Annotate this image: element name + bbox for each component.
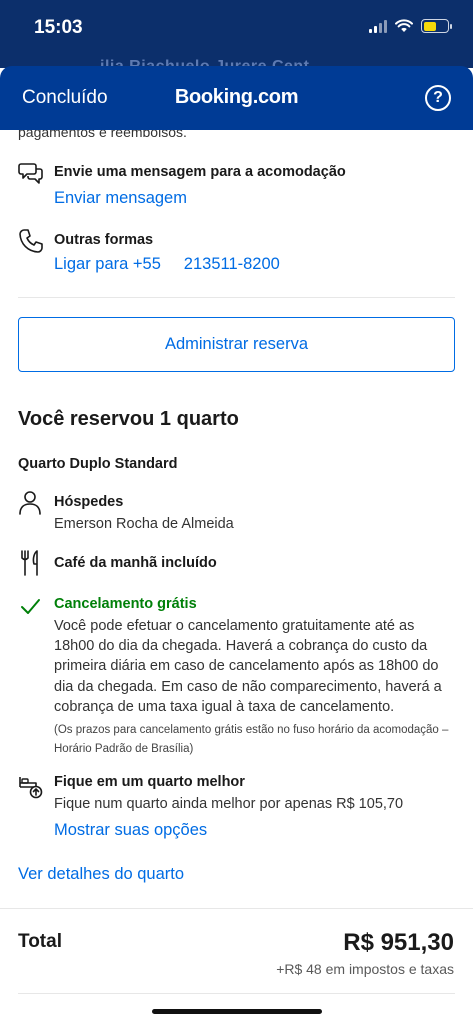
call-phone-link[interactable]: Ligar para +55 213511-8200 bbox=[54, 255, 280, 274]
phone-icon bbox=[19, 229, 43, 253]
breakfast-title: Café da manhã incluído bbox=[54, 555, 217, 571]
reserved-heading: Você reservou 1 quarto bbox=[18, 408, 239, 430]
breakfast-row: Café da manhã incluído bbox=[18, 550, 455, 578]
guests-row: Hóspedes Emerson Rocha de Almeida bbox=[18, 490, 455, 536]
cancellation-title: Cancelamento grátis bbox=[54, 596, 197, 612]
upgrade-text: Fique num quarto ainda melhor por apenas… bbox=[54, 796, 404, 812]
bed-upgrade-icon bbox=[19, 777, 43, 799]
manage-reservation-button[interactable]: Administrar reserva bbox=[18, 317, 455, 372]
cancellation-row: Cancelamento grátis Você pode efetuar o … bbox=[18, 596, 455, 756]
room-details-link[interactable]: Ver detalhes do quarto bbox=[18, 865, 184, 884]
status-time: 15:03 bbox=[34, 17, 83, 38]
total-price: R$ 951,30 bbox=[343, 929, 454, 956]
upgrade-title: Fique em um quarto melhor bbox=[54, 774, 245, 790]
help-icon[interactable]: ? bbox=[425, 85, 451, 111]
checkmark-icon bbox=[21, 599, 40, 614]
reservation-content[interactable]: pagamentos e reembolsos. Envie uma mensa… bbox=[0, 130, 473, 1024]
divider bbox=[18, 993, 455, 994]
contact-phone-row: Outras formas Ligar para +55 213511-8200 bbox=[18, 228, 455, 278]
wifi-icon bbox=[395, 19, 413, 32]
cellular-signal-icon bbox=[369, 19, 387, 33]
guests-title: Hóspedes bbox=[54, 494, 124, 510]
total-taxes: +R$ 48 em impostos e taxas bbox=[276, 961, 454, 977]
show-options-link[interactable]: Mostrar suas opções bbox=[54, 821, 207, 840]
send-message-link[interactable]: Enviar mensagem bbox=[54, 189, 187, 208]
guest-name: Emerson Rocha de Almeida bbox=[54, 516, 234, 532]
room-type: Quarto Duplo Standard bbox=[18, 456, 178, 472]
cancellation-body: Você pode efetuar o cancelamento gratuit… bbox=[54, 618, 442, 715]
truncated-text: pagamentos e reembolsos. bbox=[18, 130, 187, 140]
phone-title: Outras formas bbox=[54, 232, 154, 248]
battery-icon bbox=[421, 19, 452, 33]
total-label: Total bbox=[18, 931, 62, 952]
home-indicator[interactable] bbox=[152, 1009, 322, 1014]
fork-knife-icon bbox=[21, 550, 38, 576]
chat-bubbles-icon bbox=[18, 163, 43, 184]
person-icon bbox=[19, 491, 41, 515]
total-section: Total R$ 951,30 +R$ 48 em impostos e tax… bbox=[0, 908, 473, 1024]
status-icons bbox=[369, 19, 452, 33]
message-title: Envie uma mensagem para a acomodação bbox=[54, 164, 346, 180]
status-bar: 15:03 ilia Riachuelo Jurere Cent bbox=[0, 0, 473, 75]
divider bbox=[18, 297, 455, 298]
nav-bar: Concluído Booking.com ? bbox=[0, 66, 473, 130]
contact-message-row: Envie uma mensagem para a acomodação Env… bbox=[18, 160, 455, 210]
booking-logo: Booking.com bbox=[174, 86, 299, 108]
cancellation-note: (Os prazos para cancelamento grátis estã… bbox=[54, 724, 449, 755]
upgrade-row: Fique em um quarto melhor Fique num quar… bbox=[18, 773, 455, 843]
